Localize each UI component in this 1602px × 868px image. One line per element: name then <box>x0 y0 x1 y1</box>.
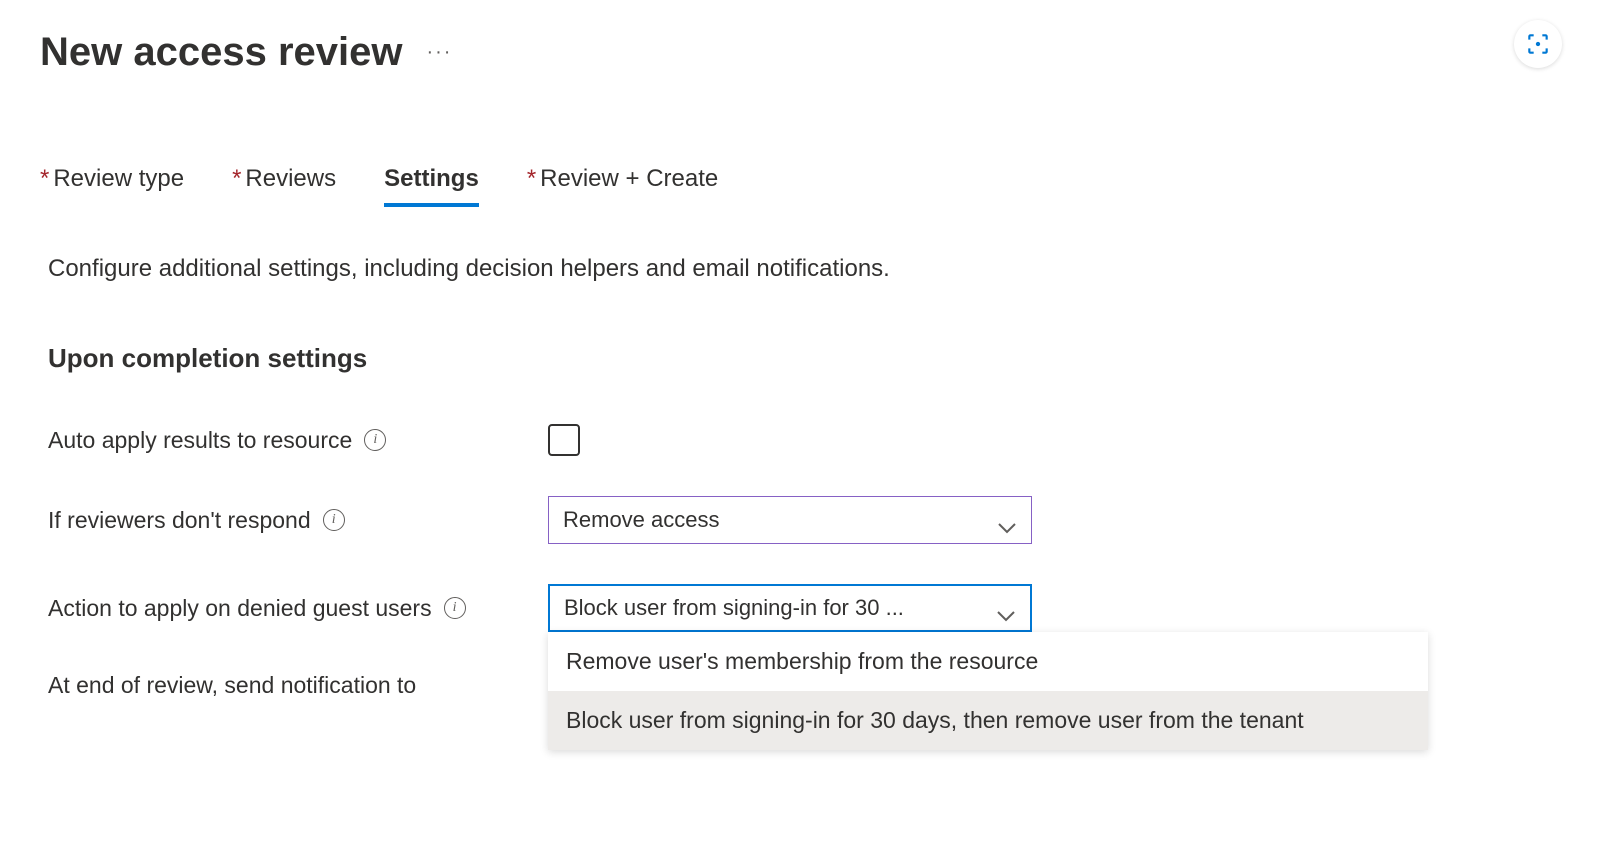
label-end-notification: At end of review, send notification to <box>48 672 548 699</box>
tab-label: Review type <box>53 165 184 193</box>
dropdown-denied-guest-action: Remove user's membership from the resour… <box>548 632 1428 750</box>
required-asterisk: * <box>232 165 241 193</box>
more-menu-icon[interactable]: ··· <box>426 41 452 64</box>
select-no-respond[interactable]: Remove access <box>548 496 1032 544</box>
info-icon[interactable]: i <box>444 597 466 619</box>
dropdown-option[interactable]: Block user from signing-in for 30 days, … <box>548 691 1428 750</box>
tab-label: Review + Create <box>540 165 718 193</box>
tab-review-create[interactable]: * Review + Create <box>527 165 718 207</box>
checkbox-auto-apply[interactable] <box>548 424 580 456</box>
info-icon[interactable]: i <box>364 429 386 451</box>
required-asterisk: * <box>527 165 536 193</box>
capture-icon[interactable] <box>1514 20 1562 68</box>
chevron-down-icon <box>997 514 1017 526</box>
wizard-tabs: * Review type * Reviews Settings * Revie… <box>40 165 1562 207</box>
tab-review-type[interactable]: * Review type <box>40 165 184 207</box>
label-denied-guest-action: Action to apply on denied guest users i <box>48 595 548 622</box>
dropdown-option[interactable]: Remove user's membership from the resour… <box>548 632 1428 691</box>
settings-description: Configure additional settings, including… <box>48 255 1562 283</box>
info-icon[interactable]: i <box>323 509 345 531</box>
tab-label: Reviews <box>245 165 336 193</box>
select-denied-guest-action[interactable]: Block user from signing-in for 30 ... <box>548 584 1032 632</box>
section-title-completion: Upon completion settings <box>48 343 1562 374</box>
select-value: Block user from signing-in for 30 ... <box>564 595 904 621</box>
select-value: Remove access <box>563 507 720 533</box>
required-asterisk: * <box>40 165 49 193</box>
page-title: New access review <box>40 30 402 75</box>
label-auto-apply: Auto apply results to resource i <box>48 427 548 454</box>
chevron-down-icon <box>996 602 1016 614</box>
tab-reviews[interactable]: * Reviews <box>232 165 336 207</box>
tab-label: Settings <box>384 165 479 193</box>
label-no-respond: If reviewers don't respond i <box>48 507 548 534</box>
tab-settings[interactable]: Settings <box>384 165 479 207</box>
